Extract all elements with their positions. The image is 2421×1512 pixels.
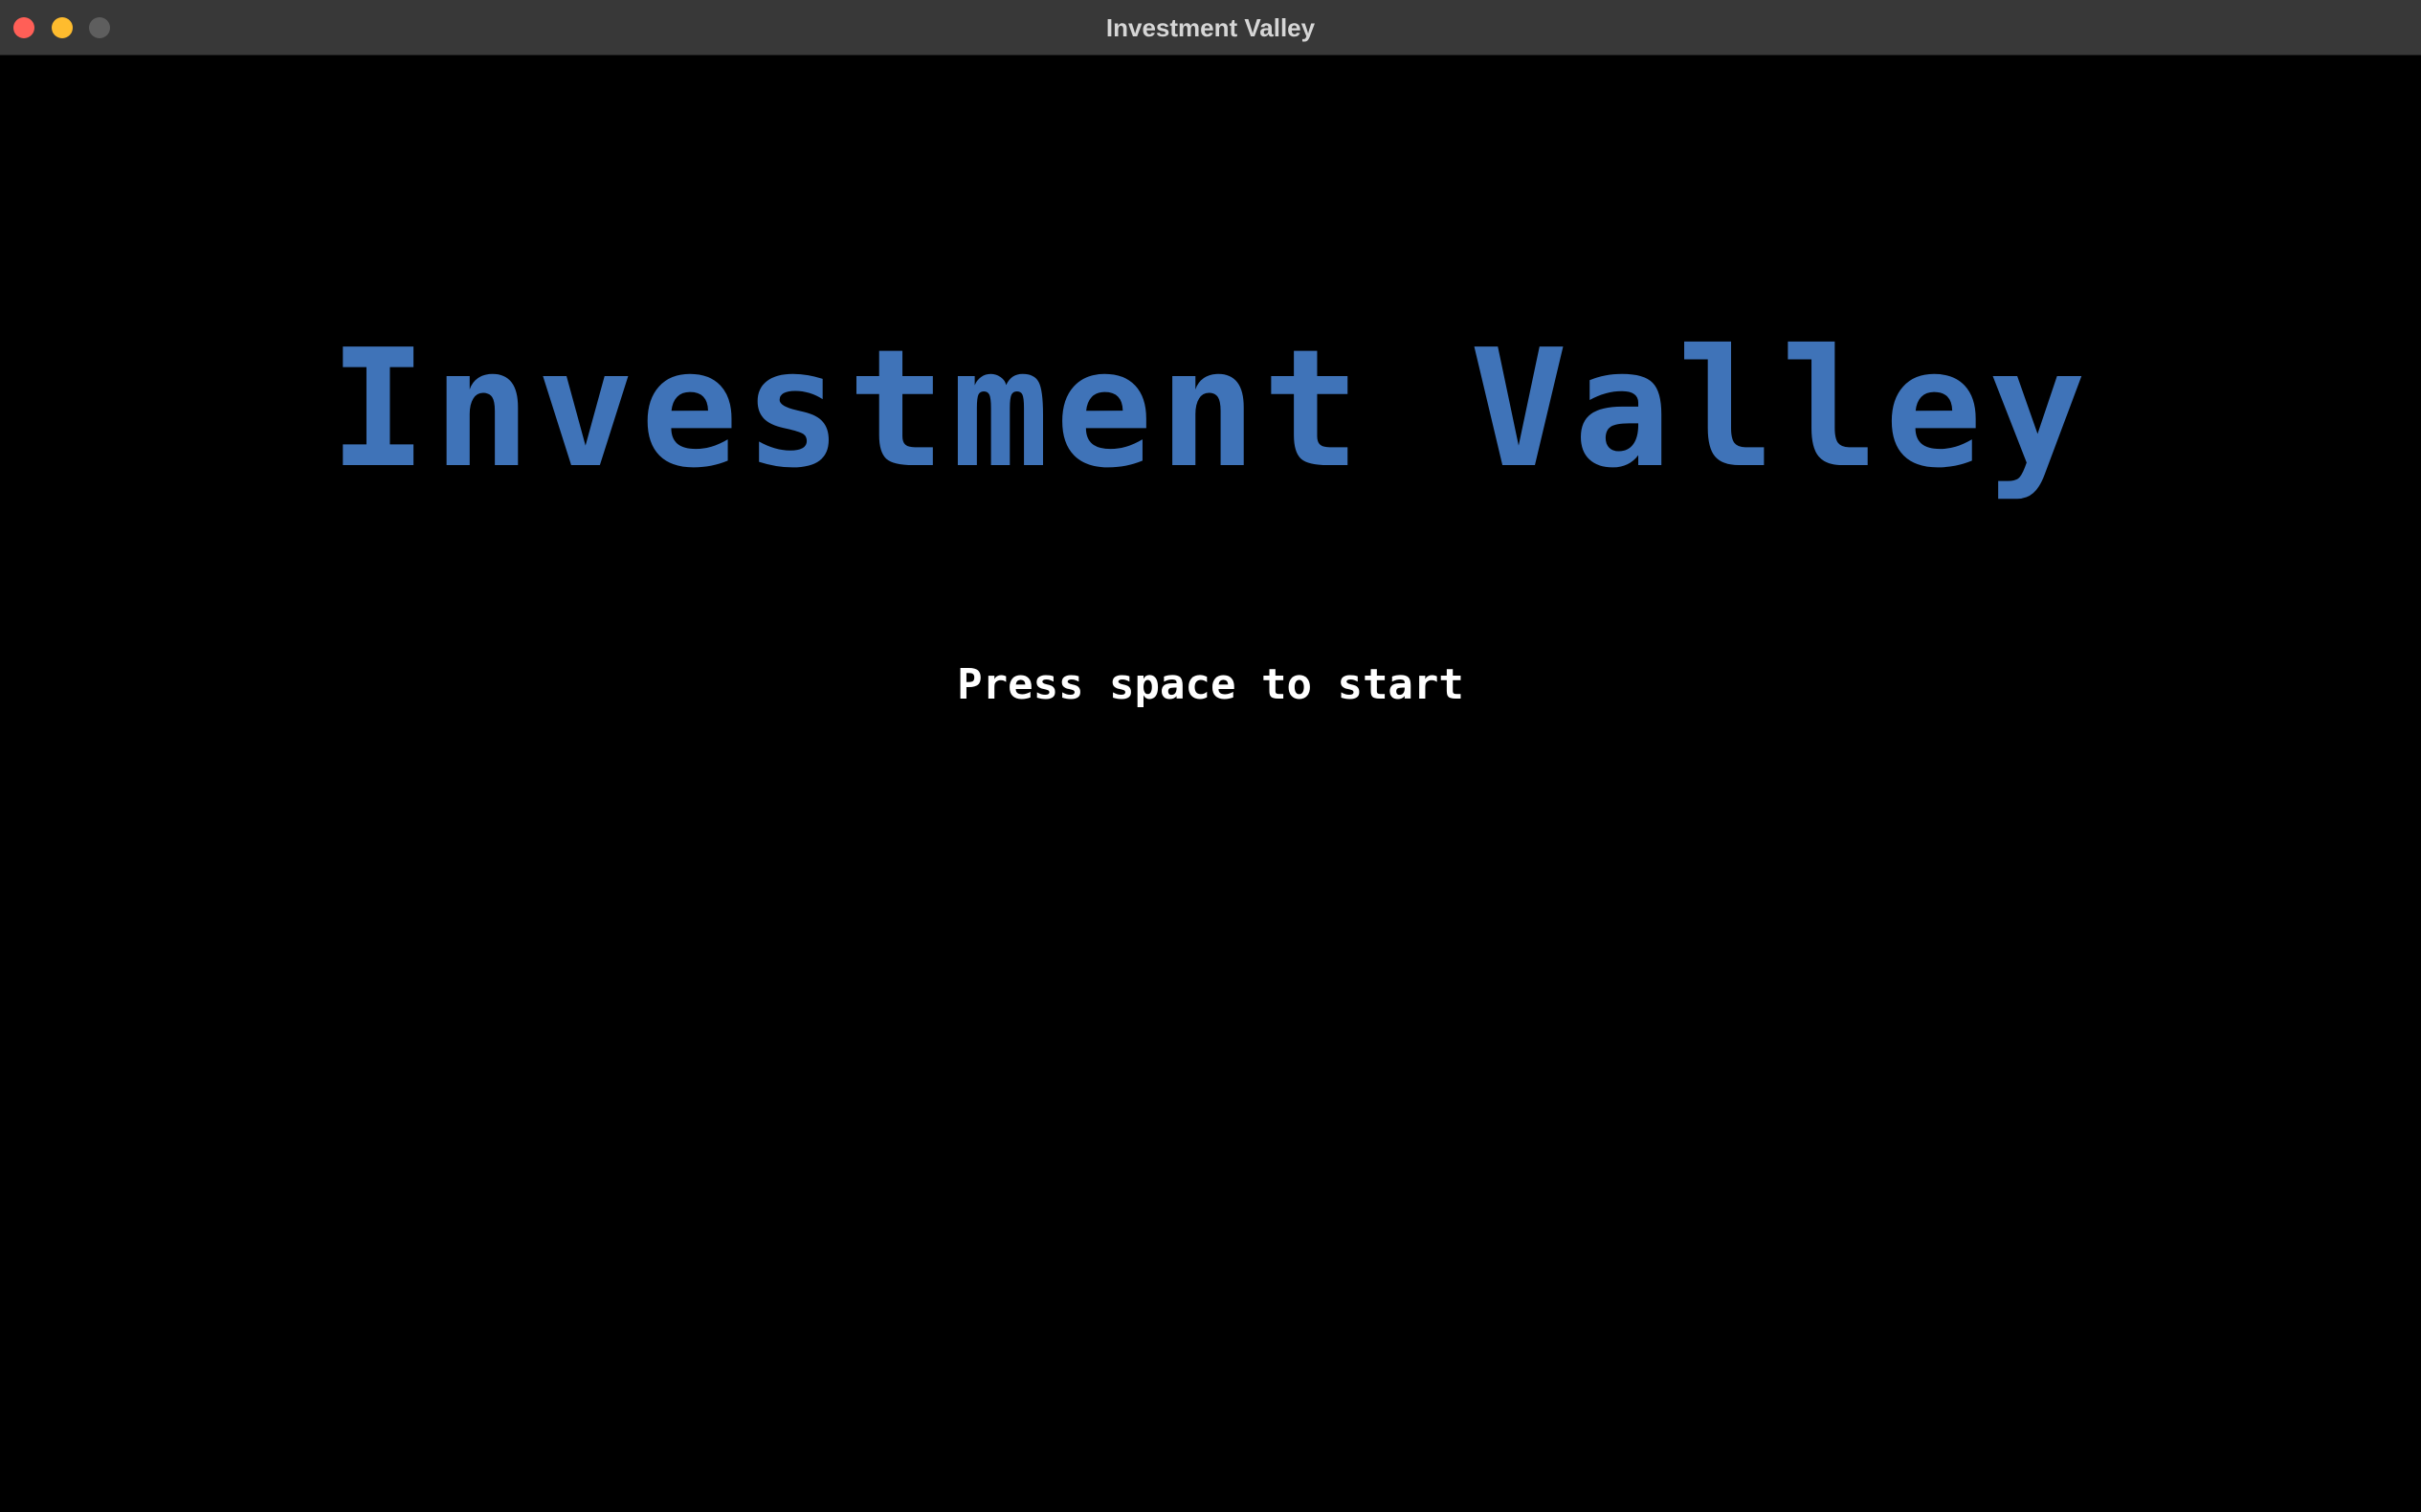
title-bar[interactable]: Investment Valley xyxy=(0,0,2421,56)
start-prompt: Press space to start xyxy=(957,660,1464,709)
app-window: Investment Valley Investment Valley Pres… xyxy=(0,0,2421,1512)
window-title: Investment Valley xyxy=(1105,13,1316,42)
game-canvas[interactable]: Investment Valley Press space to start xyxy=(0,56,2421,1512)
game-title: Investment Valley xyxy=(329,315,2092,504)
